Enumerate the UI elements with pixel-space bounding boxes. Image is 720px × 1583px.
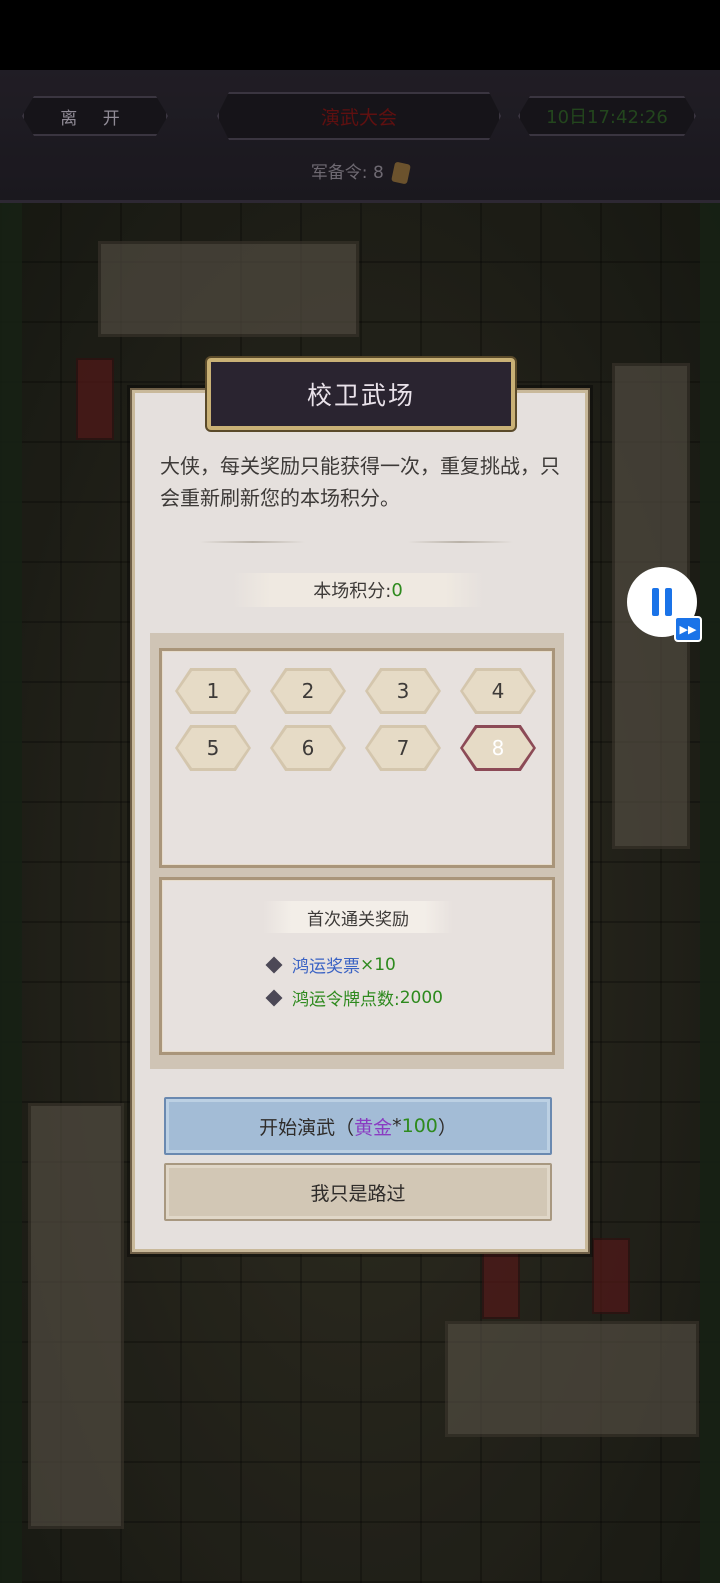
level-2-button[interactable]: 2	[270, 668, 346, 714]
pause-icon	[665, 588, 672, 616]
level-4-button[interactable]: 4	[460, 668, 536, 714]
cost-value: 100	[401, 1115, 438, 1137]
level-8-button[interactable]: 8	[460, 725, 536, 771]
currency-label: 黄金	[354, 1116, 393, 1139]
reward-item: 鸿运令牌点数: 2000	[265, 985, 443, 1010]
start-label: 开始演武（	[259, 1116, 355, 1139]
pause-icon	[652, 588, 659, 616]
start-suffix: ）	[437, 1116, 457, 1139]
fast-forward-icon[interactable]: ▶▶	[674, 616, 702, 642]
level-7-button[interactable]: 7	[365, 725, 441, 771]
reward-title: 首次通关奖励	[263, 901, 453, 933]
divider-left	[200, 541, 305, 543]
pass-button[interactable]: 我只是路过	[164, 1163, 552, 1221]
diamond-icon	[265, 989, 283, 1006]
score-value: 0	[391, 579, 403, 601]
reward-name: 鸿运令牌点数:	[292, 990, 400, 1010]
reward-item: 鸿运奖票 ×10	[265, 952, 396, 977]
level-1-button[interactable]: 1	[175, 668, 251, 714]
dialog-description: 大侠，每关奖励只能获得一次，重复挑战，只会重新刷新您的本场积分。	[160, 454, 560, 510]
score-label: 本场积分:	[313, 581, 392, 602]
divider-right	[408, 541, 513, 543]
score-display: 本场积分: 0	[233, 573, 483, 607]
multiplier-label: *	[392, 1115, 402, 1137]
dialog-title: 校卫武场	[207, 358, 515, 430]
start-battle-button[interactable]: 开始演武（ 黄金 * 100 ）	[164, 1097, 552, 1155]
level-6-button[interactable]: 6	[270, 725, 346, 771]
reward-amount: ×10	[360, 954, 396, 975]
level-3-button[interactable]: 3	[365, 668, 441, 714]
reward-amount: 2000	[399, 987, 443, 1008]
diamond-icon	[265, 956, 283, 973]
level-5-button[interactable]: 5	[175, 725, 251, 771]
reward-name: 鸿运奖票	[292, 957, 360, 977]
